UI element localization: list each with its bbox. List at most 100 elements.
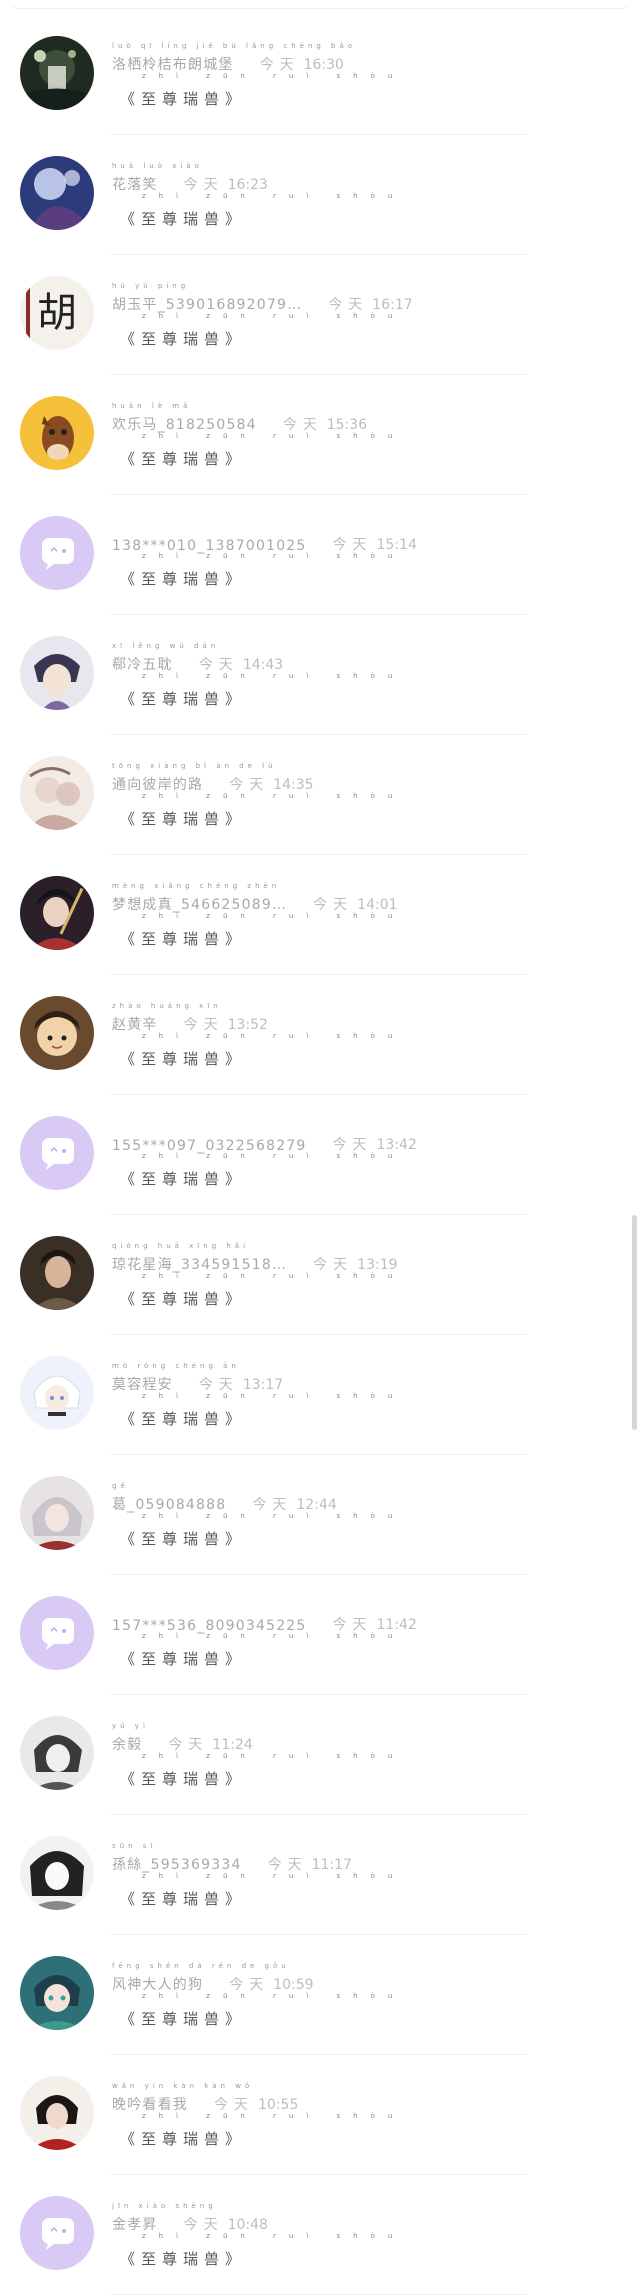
message-text: 《至尊瑞兽》 bbox=[120, 1410, 247, 1428]
scrollbar[interactable] bbox=[632, 1215, 637, 1430]
default-purple-avatar-icon bbox=[20, 2196, 94, 2270]
date-label: 今天 bbox=[313, 897, 354, 913]
avatar[interactable] bbox=[20, 636, 94, 710]
message-text: 《至尊瑞兽》 bbox=[120, 930, 247, 948]
time-label: 15:36 bbox=[326, 417, 368, 433]
avatar[interactable]: 胡 bbox=[20, 276, 94, 350]
message-text: 《至尊瑞兽》 bbox=[120, 2130, 247, 2148]
list-item[interactable]: 157***536_8090345225 今天 11:42 zhì zūn ruì s… bbox=[0, 1566, 640, 1695]
sender-name: 胡玉平_539016892079… bbox=[112, 297, 303, 313]
date-label: 今天 bbox=[332, 537, 373, 553]
avatar[interactable] bbox=[20, 396, 94, 470]
sender-name: 赵黄辛 bbox=[112, 1017, 158, 1033]
timestamp: 今天 15:36 bbox=[283, 414, 367, 434]
message-header: gě 葛_059084888 今天 12:44 bbox=[112, 1480, 337, 1514]
list-item[interactable]: zhào huáng xīn 赵黄辛 今天 13:52 zhì zūn ruì shòu… bbox=[0, 966, 640, 1095]
anime-boy-avatar-icon bbox=[20, 636, 94, 710]
avatar[interactable] bbox=[20, 1356, 94, 1430]
message-text: 《至尊瑞兽》 bbox=[120, 330, 247, 348]
message-pinyin: zhì zūn ruì shòu bbox=[142, 2112, 406, 2120]
sender-name-pinyin: tōng xiàng bǐ àn de lù bbox=[112, 762, 277, 770]
date-label: 今天 bbox=[198, 1377, 239, 1393]
avatar[interactable] bbox=[20, 1716, 94, 1790]
avatar[interactable] bbox=[20, 1476, 94, 1550]
list-item[interactable]: jīn xiào shēng 金孝昇 今天 10:48 zhì zūn ruì shòu… bbox=[0, 2166, 640, 2295]
date-label: 今天 bbox=[259, 57, 300, 73]
list-item[interactable]: 胡 hú yù píng 胡玉平_539016892079… 今天 16:17 zhì z… bbox=[0, 246, 640, 375]
avatar[interactable] bbox=[20, 876, 94, 950]
message-pinyin: zhì zūn ruì shòu bbox=[142, 1392, 406, 1400]
sender-name: 郗冷五耽 bbox=[112, 657, 173, 673]
sender-name: 梦想成真_546625089… bbox=[112, 897, 288, 913]
time-label: 12:44 bbox=[296, 1497, 337, 1513]
list-item[interactable]: fēng shén dà rén de gǒu 风神大人的狗 今天 10:59 zhì … bbox=[0, 1926, 640, 2055]
red-robe-avatar-icon bbox=[20, 2076, 94, 2150]
message-text: 《至尊瑞兽》 bbox=[120, 1290, 247, 1308]
sender-name-pinyin: mò róng chéng ān bbox=[112, 1362, 240, 1370]
white-hair-avatar-icon bbox=[20, 1356, 94, 1430]
timestamp: 今天 16:30 bbox=[260, 54, 344, 74]
timestamp: 今天 10:59 bbox=[229, 1974, 313, 1994]
horse-cartoon-avatar-icon bbox=[20, 396, 94, 470]
list-item[interactable]: sūn sī 孫絲_595369334 今天 11:17 zhì zūn ruì shò… bbox=[0, 1806, 640, 1935]
calligraphy-avatar-icon: 胡 bbox=[20, 276, 94, 350]
time-label: 10:59 bbox=[273, 1977, 314, 1993]
message-text: 《至尊瑞兽》 bbox=[120, 810, 247, 828]
list-item[interactable]: xī lěng wǔ dān 郗冷五耽 今天 14:43 zhì zūn ruì shò… bbox=[0, 606, 640, 735]
sender-name-pinyin: fēng shén dà rén de gǒu bbox=[112, 1962, 290, 1970]
avatar[interactable] bbox=[20, 756, 94, 830]
list-item[interactable]: 138***010_1387001025 今天 15:14 zhì zūn ruì s… bbox=[0, 486, 640, 615]
message-header: 138***010_1387001025 今天 15:14 bbox=[112, 520, 417, 554]
message-pinyin: zhì zūn ruì shòu bbox=[142, 312, 406, 320]
timestamp: 今天 13:42 bbox=[333, 1134, 417, 1154]
timestamp: 今天 13:52 bbox=[184, 1014, 268, 1034]
dark-forest-avatar-icon bbox=[20, 36, 94, 110]
list-item[interactable]: 155***097_0322568279 今天 13:42 zhì zūn ruì s… bbox=[0, 1086, 640, 1215]
avatar[interactable] bbox=[20, 1116, 94, 1190]
message-header: sūn sī 孫絲_595369334 今天 11:17 bbox=[112, 1840, 352, 1874]
time-label: 11:42 bbox=[376, 1617, 417, 1633]
silver-hair-avatar-icon bbox=[20, 1476, 94, 1550]
list-item[interactable]: huā luò xiào 花落笑 今天 16:23 zhì zūn ruì shòu 《至… bbox=[0, 126, 640, 255]
list-item[interactable]: huān lè mǎ 欢乐马_818250584 今天 15:36 zhì zūn ru… bbox=[0, 366, 640, 495]
avatar[interactable] bbox=[20, 2076, 94, 2150]
avatar[interactable] bbox=[20, 1236, 94, 1310]
avatar[interactable] bbox=[20, 156, 94, 230]
timestamp: 今天 16:17 bbox=[328, 294, 412, 314]
sender-name: 洛栖柃桔布朗城堡 bbox=[112, 57, 234, 73]
avatar[interactable] bbox=[20, 36, 94, 110]
anime-pair-avatar-icon bbox=[20, 756, 94, 830]
timestamp: 今天 11:17 bbox=[268, 1854, 352, 1874]
message-pinyin: zhì zūn ruì shòu bbox=[142, 432, 406, 440]
list-item[interactable]: yú yì 余毅 今天 11:24 zhì zūn ruì shòu 《至尊瑞兽》 bbox=[0, 1686, 640, 1815]
list-item[interactable]: mò róng chéng ān 莫容程安 今天 13:17 zhì zūn ruì s… bbox=[0, 1326, 640, 1455]
message-pinyin: zhì zūn ruì shòu bbox=[142, 1632, 406, 1640]
timestamp: 今天 16:23 bbox=[184, 174, 268, 194]
avatar[interactable] bbox=[20, 1956, 94, 2030]
date-label: 今天 bbox=[313, 1257, 354, 1273]
avatar[interactable] bbox=[20, 516, 94, 590]
date-label: 今天 bbox=[332, 1137, 373, 1153]
sender-name-pinyin: luò qī líng jié bù lǎng chéng bǎo bbox=[112, 42, 357, 50]
timestamp: 今天 13:17 bbox=[199, 1374, 283, 1394]
list-item[interactable]: wǎn yín kàn kàn wǒ 晚吟看看我 今天 10:55 zhì zūn ru… bbox=[0, 2046, 640, 2175]
avatar[interactable] bbox=[20, 1836, 94, 1910]
timestamp: 今天 10:55 bbox=[214, 2094, 298, 2114]
avatar[interactable] bbox=[20, 996, 94, 1070]
message-text: 《至尊瑞兽》 bbox=[120, 570, 247, 588]
list-item[interactable]: tōng xiàng bǐ àn de lù 通向彼岸的路 今天 14:35 zhì z… bbox=[0, 726, 640, 855]
avatar[interactable] bbox=[20, 1596, 94, 1670]
sender-name-pinyin: xī lěng wǔ dān bbox=[112, 642, 220, 650]
list-item[interactable]: luò qī líng jié bù lǎng chéng bǎo 洛栖柃桔布朗城… bbox=[0, 6, 640, 135]
svg-text:胡: 胡 bbox=[37, 290, 77, 336]
time-label: 15:14 bbox=[376, 537, 417, 553]
list-item[interactable]: qióng huā xīng hǎi 琼花星海_334591518… 今天 13:19… bbox=[0, 1206, 640, 1335]
time-label: 13:19 bbox=[357, 1257, 398, 1273]
avatar[interactable] bbox=[20, 2196, 94, 2270]
sender-name-pinyin: mèng xiǎng chéng zhēn bbox=[112, 882, 281, 890]
list-item[interactable]: gě 葛_059084888 今天 12:44 zhì zūn ruì shòu 《至尊瑞… bbox=[0, 1446, 640, 1575]
message-pinyin: zhì zūn ruì shòu bbox=[142, 2232, 406, 2240]
message-text: 《至尊瑞兽》 bbox=[120, 450, 247, 468]
message-header: mò róng chéng ān 莫容程安 今天 13:17 bbox=[112, 1360, 283, 1394]
list-item[interactable]: mèng xiǎng chéng zhēn 梦想成真_546625089… 今天 14… bbox=[0, 846, 640, 975]
